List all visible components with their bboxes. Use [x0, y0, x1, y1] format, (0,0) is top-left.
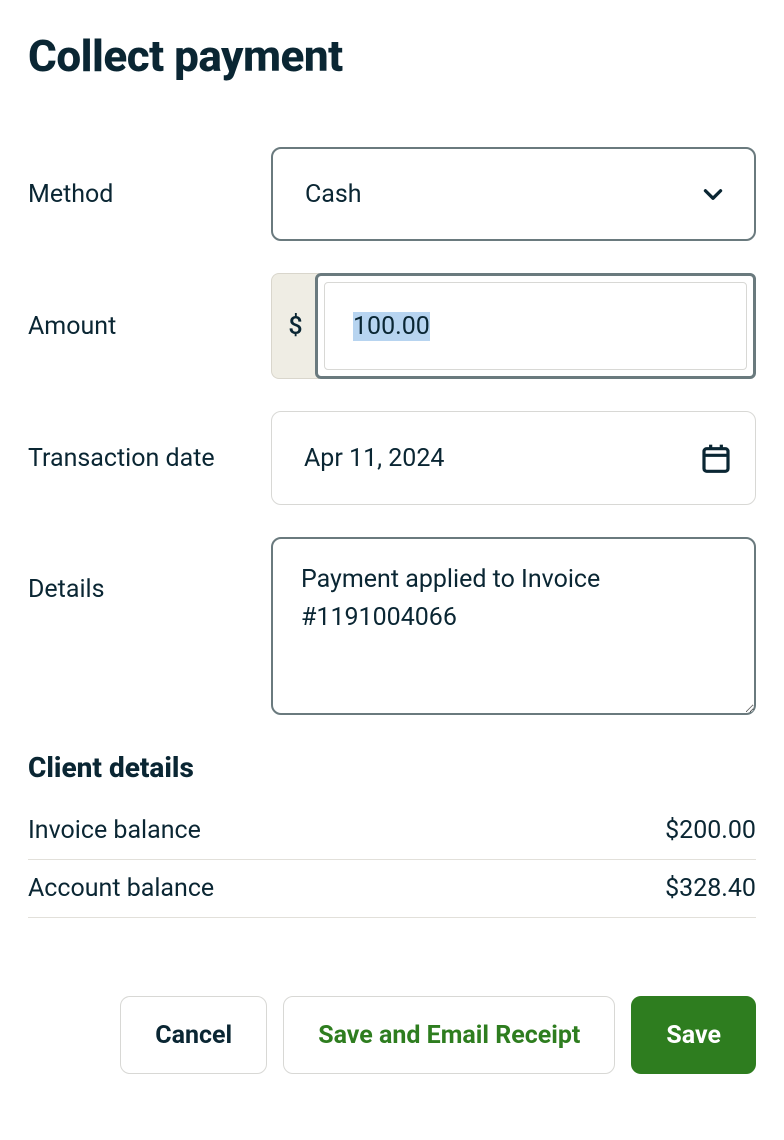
save-button[interactable]: Save [631, 996, 756, 1074]
method-row: Method Cash [28, 147, 756, 241]
page-title: Collect payment [28, 30, 756, 82]
method-value: Cash [305, 180, 362, 209]
details-label: Details [28, 537, 271, 604]
transaction-date-label: Transaction date [28, 444, 271, 473]
amount-input-focus-ring [315, 273, 756, 379]
transaction-date-input[interactable] [271, 411, 756, 505]
details-textarea[interactable] [271, 537, 756, 715]
amount-input-wrap: $ [271, 273, 756, 379]
details-textarea-wrap [271, 537, 756, 719]
cancel-button[interactable]: Cancel [120, 996, 267, 1074]
method-label: Method [28, 180, 271, 209]
method-select[interactable]: Cash [271, 147, 756, 241]
account-balance-row: Account balance $328.40 [28, 860, 756, 918]
amount-label: Amount [28, 312, 271, 341]
client-details-title: Client details [28, 751, 756, 784]
amount-input[interactable] [324, 282, 747, 370]
button-row: Cancel Save and Email Receipt Save [28, 996, 756, 1074]
method-select-wrap: Cash [271, 147, 756, 241]
invoice-balance-row: Invoice balance $200.00 [28, 802, 756, 860]
details-row: Details [28, 537, 756, 719]
invoice-balance-label: Invoice balance [28, 816, 201, 845]
amount-row: Amount $ [28, 273, 756, 379]
currency-symbol: $ [271, 273, 319, 379]
save-and-email-button[interactable]: Save and Email Receipt [283, 996, 615, 1074]
transaction-date-row: Transaction date [28, 411, 756, 505]
invoice-balance-value: $200.00 [665, 816, 756, 845]
account-balance-value: $328.40 [665, 874, 756, 903]
date-input-wrap [271, 411, 756, 505]
account-balance-label: Account balance [28, 874, 214, 903]
